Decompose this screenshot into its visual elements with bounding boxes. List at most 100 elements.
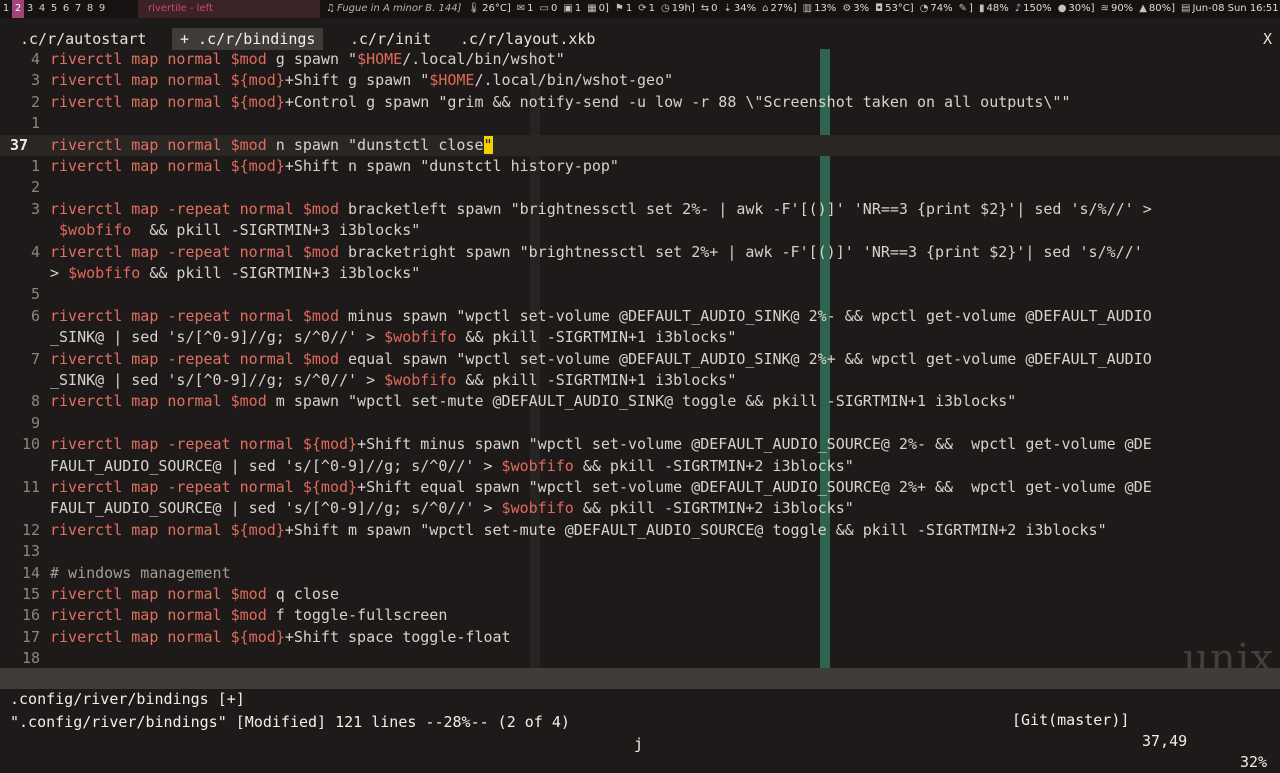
status-block-text: 74% [930,3,953,14]
code-text: riverctl map -repeat normal ${mod}+Shift… [50,478,1152,496]
code-line[interactable]: 1 [0,113,1280,134]
speaker-icon: ♪ [1014,3,1022,14]
code-line[interactable]: 16 riverctl map normal $mod f toggle-full… [0,605,1280,626]
line-number: 4 [30,242,40,261]
status-block-text: 48% [986,3,1009,14]
status-block: ⚙ 3% [842,0,869,18]
command-line-message: ".config/river/bindings" [Modified] 121 … [10,713,570,731]
editor-buffer[interactable]: 4 riverctl map normal $mod g spawn "$HOME… [0,49,1280,668]
code-line[interactable]: 3 riverctl map normal ${mod}+Shift g spaw… [0,70,1280,91]
line-number: 2 [30,92,40,111]
status-block: ▮ 48% [979,0,1009,18]
line-number: 8 [30,392,40,411]
statusline-cursor-position: 37,49 [1142,732,1188,750]
focused-window-title: rivertile - left [138,0,320,18]
mic-icon: ● [1057,3,1067,14]
code-line[interactable]: 13 [0,541,1280,562]
code-text: riverctl map -repeat normal $mod equal s… [50,349,1152,368]
line-number: 2 [30,178,40,197]
pencil-icon: ✎ [958,3,968,14]
workspace-tag-3[interactable]: 3 [24,0,36,18]
status-block: ⌂ 27%] [762,0,797,18]
code-line[interactable]: 17 riverctl map normal ${mod}+Shift space… [0,627,1280,648]
line-number: 1 [30,114,40,133]
code-line[interactable]: 15 riverctl map normal $mod q close [0,584,1280,605]
tab-init[interactable]: .c/r/init [342,28,439,50]
workspace-tag-7[interactable]: 7 [72,0,84,18]
status-block-text: 3% [853,3,870,14]
status-block: ✉ 1 [517,0,534,18]
code-line[interactable]: 3 riverctl map -repeat normal $mod bracke… [0,199,1280,220]
code-line[interactable]: 4 riverctl map -repeat normal $mod bracke… [0,242,1280,263]
code-line[interactable]: 7 riverctl map -repeat normal $mod equal … [0,349,1280,370]
code-text: riverctl map -repeat normal $mod minus s… [50,306,1152,325]
code-text: FAULT_AUDIO_SOURCE@ | sed 's/[^0-9]//g; … [50,456,854,475]
wrapped-line[interactable]: > $wobfifo && pkill -SIGRTMIN+3 i3blocks… [0,263,1280,284]
code-text: riverctl map normal $mod q close [50,585,339,603]
code-text: > $wobfifo && pkill -SIGRTMIN+3 i3blocks… [50,264,421,282]
line-number: 7 [30,349,40,368]
status-block: ◔ 74% [920,0,953,18]
line-number: 12 [21,520,40,539]
workspace-tag-6[interactable]: 6 [60,0,72,18]
tab-autostart[interactable]: .c/r/autostart [12,28,154,50]
status-block-text: 30%] [1068,3,1095,14]
wrapped-line[interactable]: FAULT_AUDIO_SOURCE@ | sed 's/[^0-9]//g; … [0,498,1280,519]
wrapped-line[interactable]: $wobfifo && pkill -SIGRTMIN+3 i3blocks" [0,220,1280,241]
code-line[interactable]: 8 riverctl map normal $mod m spawn "wpctl… [0,391,1280,412]
status-block-text: 0] [598,3,609,14]
status-block: ▭ 0 [540,0,558,18]
code-text: riverctl map normal ${mod}+Shift m spawn… [50,520,1107,539]
code-text: riverctl map -repeat normal $mod bracket… [50,242,1143,261]
code-line[interactable]: 9 [0,413,1280,434]
tab-layout-xkb[interactable]: .c/r/layout.xkb [452,28,603,50]
line-number: 16 [21,606,40,625]
wrapped-line[interactable]: _SINK@ | sed 's/[^0-9]//g; s/^0//' > $wo… [0,370,1280,391]
code-line[interactable]: 5 [0,284,1280,305]
code-text: $wobfifo && pkill -SIGRTMIN+3 i3blocks" [59,221,421,240]
status-block-text: 34% [733,3,757,14]
code-line[interactable]: 1 riverctl map normal ${mod}+Shift n spaw… [0,156,1280,177]
workspace-tag-1[interactable]: 1 [0,0,12,18]
line-number: 18 [21,649,40,668]
wrapped-line[interactable]: _SINK@ | sed 's/[^0-9]//g; s/^0//' > $wo… [0,327,1280,348]
code-text: riverctl map normal ${mod}+Shift space t… [50,627,511,646]
code-line[interactable]: 37 riverctl map normal $mod n spawn "duns… [0,134,1280,156]
close-tab-button[interactable]: X [1263,28,1272,50]
workspace-tag-2[interactable]: 2 [12,0,24,18]
code-line[interactable]: 14 # windows management [0,563,1280,584]
code-line[interactable]: 10 riverctl map -repeat normal ${mod}+Shi… [0,434,1280,455]
status-block: ▲ 80%] [1139,0,1175,18]
workspace-tag-4[interactable]: 4 [36,0,48,18]
tab-bindings[interactable]: + .c/r/bindings [172,28,324,50]
workspace-tag-8[interactable]: 8 [84,0,96,18]
status-block: ● 30%] [1058,0,1095,18]
status-block: ♫ Fugue in A minor B. 144] [326,0,461,18]
code-line[interactable]: 2 riverctl map normal ${mod}+Control g sp… [0,92,1280,113]
code-line[interactable]: 18 [0,648,1280,668]
code-line[interactable]: 6 riverctl map -repeat normal $mod minus … [0,306,1280,327]
line-number: 5 [30,285,40,304]
gear-icon: ⚙ [842,3,852,14]
status-block: ⇆ 0 [701,0,718,18]
status-blocks: ♫ Fugue in A minor B. 144] 🌡 26°C] ✉ 1 ▭ 0 ▣ 1 ▦ 0]… [326,0,1280,18]
code-line[interactable]: 4 riverctl map normal $mod g spawn "$HOME… [0,49,1280,70]
status-block: 🌡 26°C] [467,0,510,18]
status-block-text: 13% [814,3,837,14]
status-block-text: 0 [551,3,558,14]
code-line[interactable]: 2 [0,177,1280,198]
code-comment: # windows management [50,563,231,582]
status-bar: 123456789 rivertile - left ♫ Fugue in A m… [0,0,1280,18]
workspace-tag-5[interactable]: 5 [48,0,60,18]
clock-icon: ◷ [661,3,670,14]
workspace-tag-9[interactable]: 9 [96,0,108,18]
status-block: ▤ Jun-08 Sun 16:51 [1181,0,1279,18]
code-line[interactable]: 12 riverctl map normal ${mod}+Shift m spa… [0,520,1280,541]
music-icon: ♫ [326,3,335,14]
wrapped-line[interactable]: FAULT_AUDIO_SOURCE@ | sed 's/[^0-9]//g; … [0,456,1280,477]
status-block-text: 19h] [671,3,695,14]
vim-command-line[interactable]: ".config/river/bindings" [Modified] 121 … [0,689,1280,753]
code-text: riverctl map normal $mod f toggle-fullsc… [50,606,448,625]
code-line[interactable]: 11 riverctl map -repeat normal ${mod}+Shi… [0,477,1280,498]
status-block-text: Jun-08 Sun 16:51 [1192,3,1279,14]
